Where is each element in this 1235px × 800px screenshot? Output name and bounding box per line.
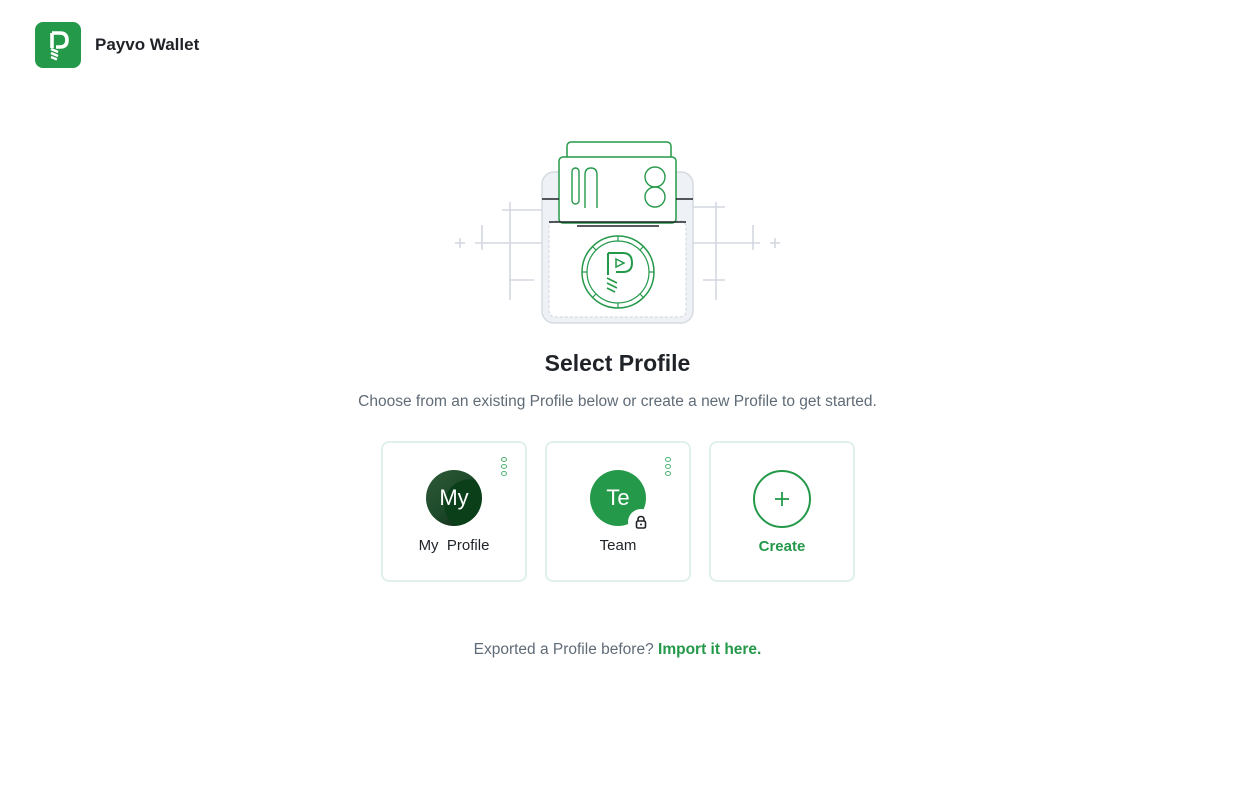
- page-title: Select Profile: [544, 350, 691, 376]
- avatar-initials: Te: [606, 485, 630, 510]
- create-profile-button[interactable]: Create: [709, 441, 855, 582]
- import-text: Exported a Profile before?: [473, 641, 654, 658]
- profile-card-my-profile[interactable]: My My Profile: [381, 441, 527, 582]
- app-header: Payvo Wallet: [35, 22, 199, 68]
- plus-icon: [753, 470, 811, 528]
- more-options-icon[interactable]: [665, 457, 671, 476]
- profile-cards: My My Profile Te Team Create: [381, 441, 855, 582]
- more-options-icon[interactable]: [501, 457, 507, 476]
- wallet-with-cards-illustration: [455, 141, 780, 324]
- import-link[interactable]: Import it here.: [658, 641, 761, 658]
- create-label: Create: [758, 538, 806, 555]
- profile-name: My Profile: [418, 537, 490, 554]
- profile-card-team[interactable]: Te Team: [545, 441, 691, 582]
- import-prompt: Exported a Profile before? Import it her…: [0, 641, 1235, 659]
- app-title: Payvo Wallet: [95, 35, 200, 54]
- profile-name: Team: [599, 537, 637, 554]
- avatar: My: [426, 470, 482, 526]
- lock-icon: [628, 509, 654, 535]
- payvo-logo-icon: [35, 22, 81, 68]
- avatar-initials: My: [439, 485, 469, 510]
- avatar: Te: [590, 470, 654, 535]
- page-subtitle: Choose from an existing Profile below or…: [358, 393, 877, 410]
